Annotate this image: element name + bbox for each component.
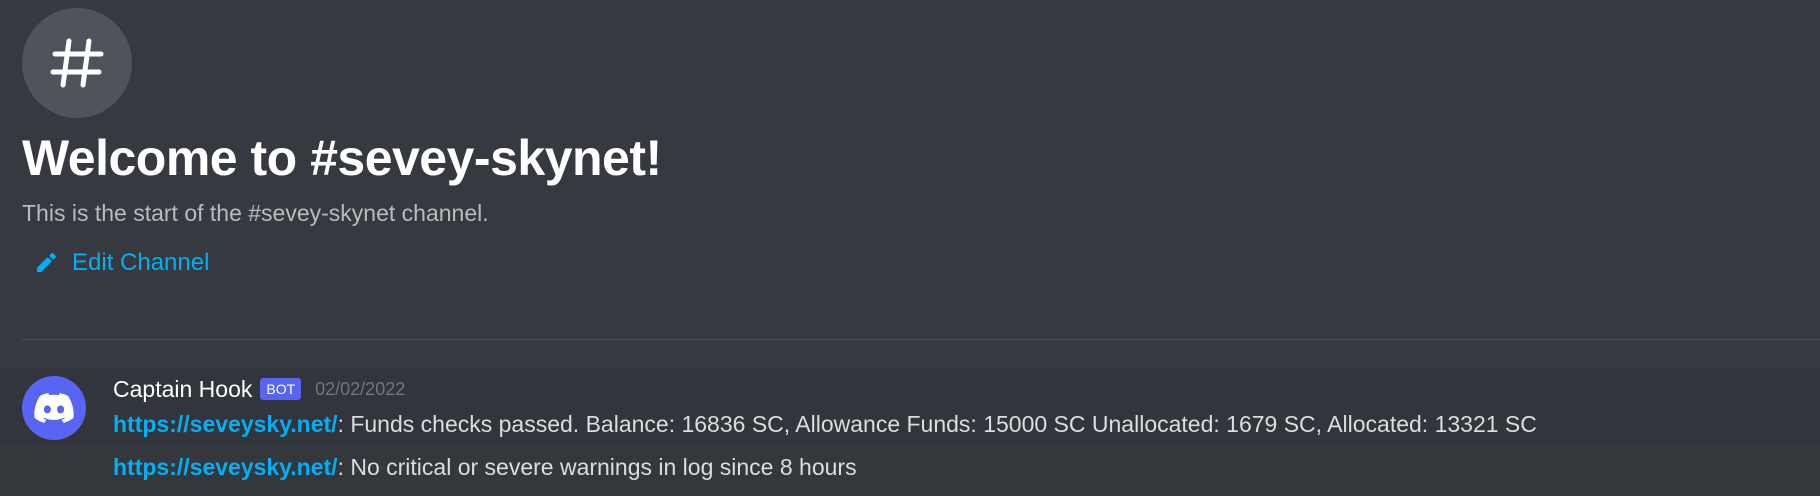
divider bbox=[22, 339, 1820, 340]
channel-welcome: Welcome to #sevey-skynet! This is the st… bbox=[22, 8, 662, 277]
channel-avatar bbox=[22, 8, 132, 118]
edit-channel-button[interactable]: Edit Channel bbox=[34, 249, 662, 277]
message-content: https://seveysky.net/: No critical or se… bbox=[113, 454, 857, 481]
message-text: : Funds checks passed. Balance: 16836 SC… bbox=[337, 411, 1537, 437]
message-group[interactable]: Captain Hook BOT 02/02/2022 https://seve… bbox=[0, 369, 1820, 445]
avatar[interactable] bbox=[22, 376, 86, 440]
message-content: https://seveysky.net/: Funds checks pass… bbox=[113, 411, 1537, 438]
timestamp: 02/02/2022 bbox=[315, 378, 406, 399]
pencil-icon bbox=[37, 252, 56, 272]
page-title: Welcome to #sevey-skynet! bbox=[22, 130, 662, 186]
message-link[interactable]: https://seveysky.net/ bbox=[113, 411, 338, 437]
edit-channel-label: Edit Channel bbox=[72, 248, 210, 276]
username[interactable]: Captain Hook bbox=[113, 376, 252, 403]
hash-icon bbox=[50, 38, 104, 88]
message-text: : No critical or severe warnings in log … bbox=[337, 454, 857, 480]
bot-badge: BOT bbox=[260, 378, 302, 400]
chat-view: Welcome to #sevey-skynet! This is the st… bbox=[0, 0, 1820, 496]
message-followup[interactable]: https://seveysky.net/: No critical or se… bbox=[0, 445, 1820, 496]
message-link[interactable]: https://seveysky.net/ bbox=[113, 454, 338, 480]
discord-logo-icon bbox=[34, 393, 74, 423]
message-header: Captain Hook BOT 02/02/2022 bbox=[113, 374, 405, 404]
channel-description: This is the start of the #sevey-skynet c… bbox=[22, 199, 489, 226]
